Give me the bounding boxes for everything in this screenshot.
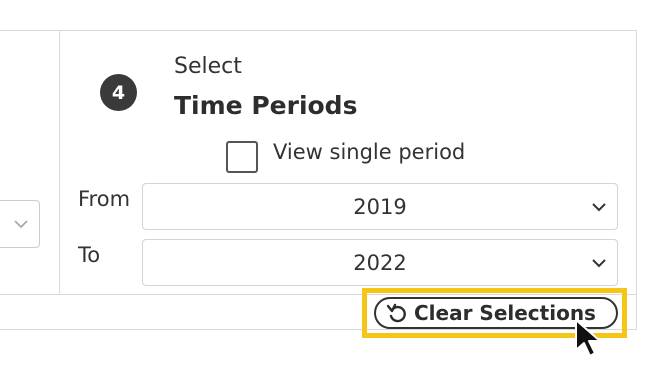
- from-label: From: [78, 187, 131, 211]
- from-select[interactable]: 2019: [142, 183, 618, 230]
- to-select[interactable]: 2022: [142, 239, 618, 286]
- to-label: To: [78, 243, 101, 267]
- previous-step-dropdown[interactable]: [0, 200, 40, 248]
- to-value: 2022: [353, 250, 407, 275]
- step-prefix: Select: [174, 54, 242, 79]
- single-period-checkbox[interactable]: [226, 141, 258, 173]
- chevron-down-icon: [13, 216, 29, 236]
- section-title: Time Periods: [174, 91, 358, 120]
- chevron-down-icon: [591, 199, 607, 219]
- mouse-cursor-icon: [574, 318, 608, 362]
- single-period-label[interactable]: View single period: [273, 140, 465, 164]
- reset-icon: [386, 302, 408, 324]
- from-value: 2019: [353, 194, 407, 219]
- chevron-down-icon: [591, 255, 607, 275]
- step-number-badge: 4: [100, 74, 137, 111]
- clear-selections-label: Clear Selections: [414, 301, 596, 325]
- section-divider: [59, 31, 60, 294]
